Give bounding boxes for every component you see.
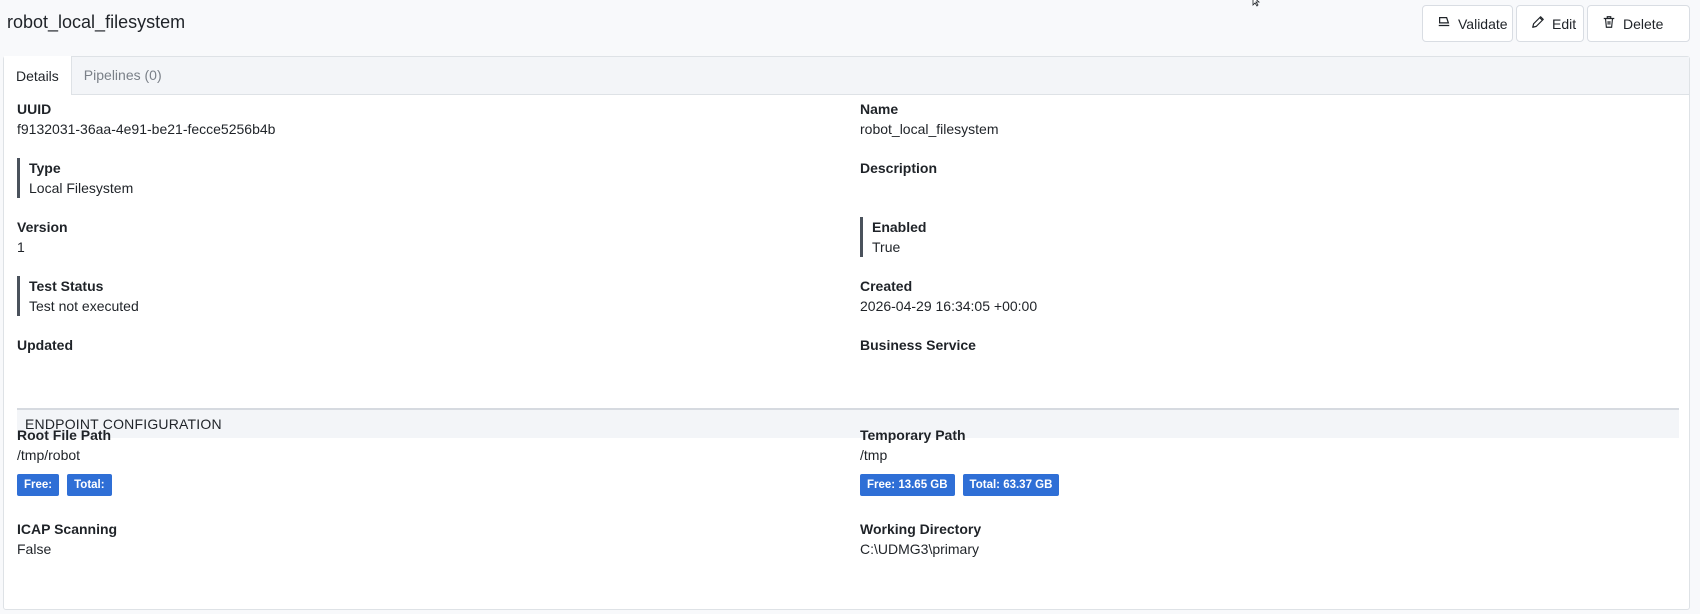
root-free-badge: Free: [17,474,60,496]
root-total-badge: Total: [67,474,112,496]
created-value: 2026-04-29 16:34:05 +00:00 [860,298,1038,314]
enabled-label: Enabled [872,219,927,235]
uuid-field: UUID f9132031-36aa-4e91-be21-fecce5256b4… [17,99,275,139]
root-path-label: Root File Path [17,427,112,443]
delete-button[interactable]: Delete [1587,5,1690,42]
description-field: Description [860,158,937,178]
tab-details[interactable]: Details [4,56,72,95]
pencil-icon [1531,15,1545,32]
icap-value: False [17,541,52,557]
created-label: Created [860,278,913,294]
root-path-badges: Free: Total: [17,474,112,496]
trash-icon [1602,15,1616,32]
validate-button[interactable]: Validate [1422,5,1513,42]
test-status-label: Test Status [29,278,104,294]
icap-label: ICAP Scanning [17,521,118,537]
business-service-label: Business Service [860,337,976,353]
created-field: Created 2026-04-29 16:34:05 +00:00 [860,276,1037,316]
page-header: robot_local_filesystem Validate Edit Del… [0,0,1700,48]
uuid-label: UUID [17,101,52,117]
root-path-value: /tmp/robot [17,447,81,463]
working-dir-value: C:\UDMG3\primary [860,541,980,557]
uuid-value: f9132031-36aa-4e91-be21-fecce5256b4b [17,121,276,137]
enabled-field: Enabled True [860,217,926,257]
working-dir-field: Working Directory C:\UDMG3\primary [860,519,981,559]
tab-bar: Details Pipelines (0) [4,56,1689,95]
enabled-value: True [872,239,901,255]
validate-label: Validate [1458,15,1508,32]
name-label: Name [860,101,899,117]
edit-button[interactable]: Edit [1516,5,1584,42]
temp-path-field: Temporary Path /tmp Free: 13.65 GB Total… [860,425,1060,496]
temp-path-label: Temporary Path [860,427,966,443]
action-toolbar: Validate Edit Delete [1422,5,1690,42]
validate-icon [1437,15,1451,32]
endpoint-configuration-header: ENDPOINT CONFIGURATION [17,408,1679,438]
description-label: Description [860,160,938,176]
delete-label: Delete [1623,15,1664,32]
temp-path-badges: Free: 13.65 GB Total: 63.37 GB [860,474,1060,496]
business-service-field: Business Service [860,335,976,355]
details-card: Details Pipelines (0) UUID f9132031-36aa… [3,56,1690,610]
temp-total-badge: Total: 63.37 GB [962,474,1060,496]
tab-pipelines[interactable]: Pipelines (0) [72,56,174,94]
type-value: Local Filesystem [29,180,134,196]
type-label: Type [29,160,61,176]
test-status-field: Test Status Test not executed [17,276,139,316]
temp-path-value: /tmp [860,447,888,463]
name-field: Name robot_local_filesystem [860,99,999,139]
temp-free-badge: Free: 13.65 GB [860,474,955,496]
updated-field: Updated [17,335,73,355]
icap-field: ICAP Scanning False [17,519,117,559]
edit-label: Edit [1552,15,1577,32]
version-label: Version [17,219,68,235]
working-dir-label: Working Directory [860,521,982,537]
root-path-field: Root File Path /tmp/robot Free: Total: [17,425,112,496]
page-title: robot_local_filesystem [7,12,186,32]
name-value: robot_local_filesystem [860,121,999,137]
updated-label: Updated [17,337,73,353]
type-field: Type Local Filesystem [17,158,133,198]
mouse-cursor-icon [1252,0,1261,7]
version-field: Version 1 [17,217,68,257]
version-value: 1 [17,239,25,255]
test-status-value: Test not executed [29,298,139,314]
